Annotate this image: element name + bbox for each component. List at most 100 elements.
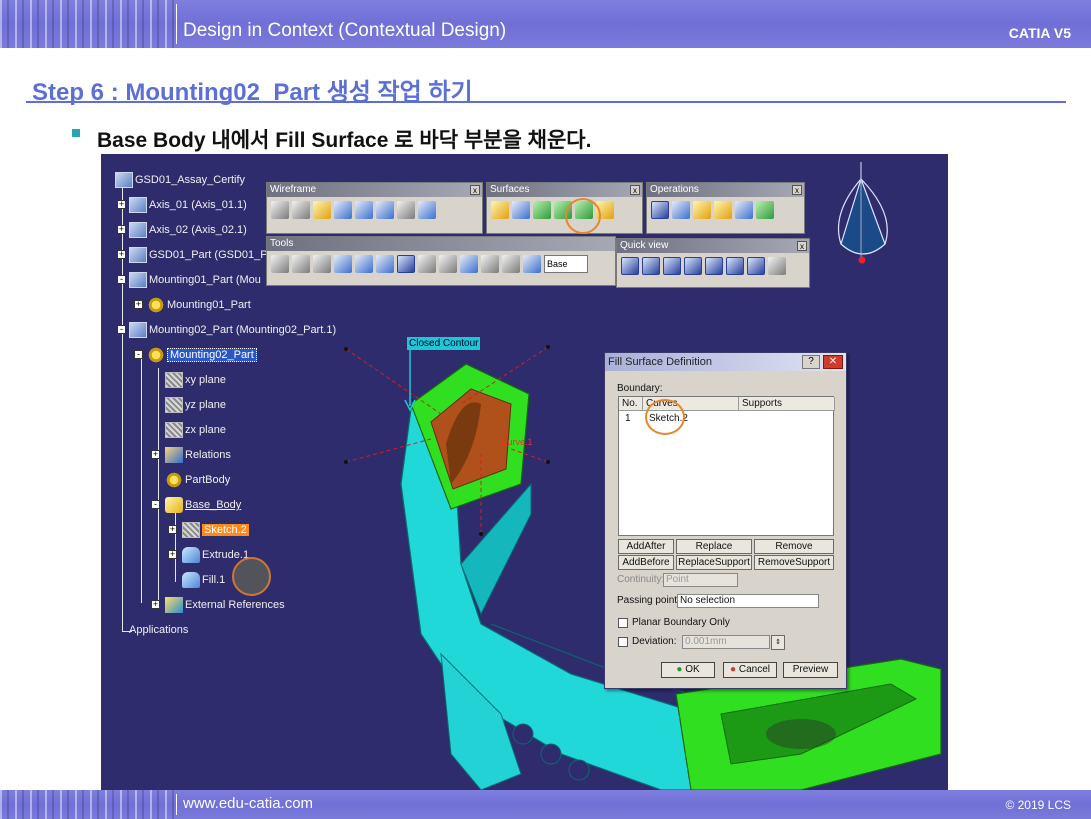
tree-node-base-body[interactable]: Base_Body <box>165 496 241 514</box>
work-on-support-icon[interactable] <box>334 255 352 273</box>
collapse-icon[interactable]: - <box>117 275 126 284</box>
collapse-icon[interactable]: - <box>134 350 143 359</box>
expand-icon[interactable]: + <box>117 225 126 234</box>
expand-icon[interactable]: + <box>117 250 126 259</box>
hand-icon[interactable] <box>292 255 310 273</box>
tree-node-external-references[interactable]: External References <box>165 596 285 614</box>
offset-icon[interactable] <box>376 201 394 219</box>
tree-node-root[interactable]: GSD01_Assay_Certify <box>115 171 245 189</box>
close-icon[interactable]: ✕ <box>823 355 843 369</box>
boundary-icon[interactable] <box>756 201 774 219</box>
tree-node-mounting02[interactable]: Mounting02_Part (Mounting02_Part.1) <box>129 321 336 339</box>
line-icon[interactable] <box>292 201 310 219</box>
expand-icon[interactable]: + <box>168 525 177 534</box>
isometric-view-icon[interactable] <box>621 257 639 275</box>
tree-node-xy-plane[interactable]: xy plane <box>165 371 226 389</box>
deviation-spinner[interactable]: ⇕ <box>771 635 785 650</box>
close-icon[interactable]: x <box>797 241 807 251</box>
tree-node-fill1[interactable]: Fill.1 <box>182 571 225 589</box>
analysis-icon[interactable] <box>481 255 499 273</box>
left-view-icon[interactable] <box>684 257 702 275</box>
fillet-icon[interactable] <box>693 201 711 219</box>
add-after-button[interactable]: AddAfter <box>618 539 674 554</box>
top-view-icon[interactable] <box>726 257 744 275</box>
sweep-icon[interactable] <box>533 201 551 219</box>
tree-icon[interactable] <box>439 255 457 273</box>
toolbar-tools[interactable]: Tools Base Body <box>266 236 616 286</box>
point-icon[interactable] <box>271 201 289 219</box>
tree-node-gsd01-part[interactable]: GSD01_Part (GSD01_P <box>129 246 268 264</box>
part-icon <box>129 272 147 288</box>
body-icon[interactable] <box>523 255 541 273</box>
extrapolate-icon[interactable] <box>735 201 753 219</box>
projection-icon[interactable] <box>334 201 352 219</box>
front-view-icon[interactable] <box>642 257 660 275</box>
tree-node-mounting02-part[interactable]: Mounting02_Part <box>147 346 257 364</box>
in-work-object-select[interactable]: Base Body <box>544 255 588 273</box>
tree-node-axis-02[interactable]: Axis_02 (Axis_02.1) <box>129 221 247 239</box>
stack-icon[interactable] <box>502 255 520 273</box>
circle-icon[interactable] <box>397 201 415 219</box>
hide-icon[interactable] <box>418 255 436 273</box>
spline-icon[interactable] <box>418 201 436 219</box>
compass-icon[interactable] <box>837 162 888 264</box>
catalog-icon[interactable] <box>460 255 478 273</box>
cube-icon[interactable] <box>397 255 415 273</box>
close-icon[interactable]: x <box>630 185 640 195</box>
tree-node-zx-plane[interactable]: zx plane <box>165 421 226 439</box>
tree-node-mounting01[interactable]: Mounting01_Part (Mou <box>129 271 261 289</box>
remove-support-button[interactable]: RemoveSupport <box>754 555 834 570</box>
close-icon[interactable]: x <box>792 185 802 195</box>
expand-icon[interactable]: + <box>151 600 160 609</box>
grid-icon[interactable] <box>355 255 373 273</box>
translate-icon[interactable] <box>714 201 732 219</box>
right-view-icon[interactable] <box>705 257 723 275</box>
datum-icon[interactable] <box>376 255 394 273</box>
passing-point-field[interactable]: No selection <box>677 594 819 608</box>
collapse-icon[interactable]: - <box>117 325 126 334</box>
replace-support-button[interactable]: ReplaceSupport <box>676 555 752 570</box>
bottom-view-icon[interactable] <box>747 257 765 275</box>
toolbar-operations[interactable]: Operations x <box>646 182 805 234</box>
expand-icon[interactable]: + <box>151 450 160 459</box>
extrude-icon[interactable] <box>491 201 509 219</box>
fill-surface-highlight-circle <box>565 198 601 234</box>
back-view-icon[interactable] <box>663 257 681 275</box>
collapse-icon[interactable]: - <box>151 500 160 509</box>
add-before-button[interactable]: AddBefore <box>618 555 674 570</box>
tree-node-yz-plane[interactable]: yz plane <box>165 396 226 414</box>
axis-system-icon[interactable] <box>313 255 331 273</box>
deviation-checkbox[interactable] <box>618 637 628 647</box>
remove-button[interactable]: Remove <box>754 539 834 554</box>
tree-node-mounting01-part[interactable]: Mounting01_Part <box>147 296 251 314</box>
preview-button[interactable]: Preview <box>783 662 838 678</box>
tree-node-partbody[interactable]: PartBody <box>165 471 230 489</box>
expand-icon[interactable]: + <box>117 200 126 209</box>
tree-node-applications[interactable]: Applications <box>129 621 188 639</box>
split-icon[interactable] <box>672 201 690 219</box>
continuity-select[interactable]: Point <box>663 573 738 587</box>
join-icon[interactable] <box>651 201 669 219</box>
fill-surface-dialog[interactable]: Fill Surface Definition ? ✕ Boundary: No… <box>604 352 847 689</box>
planar-boundary-checkbox[interactable] <box>618 618 628 628</box>
update-icon[interactable] <box>271 255 289 273</box>
named-views-icon[interactable] <box>768 257 786 275</box>
replace-button[interactable]: Replace <box>676 539 752 554</box>
tree-node-relations[interactable]: Relations <box>165 446 231 464</box>
expand-icon[interactable]: + <box>134 300 143 309</box>
close-icon[interactable]: x <box>470 185 480 195</box>
revolve-icon[interactable] <box>512 201 530 219</box>
intersection-icon[interactable] <box>355 201 373 219</box>
toolbar-quick-view[interactable]: Quick view x <box>616 238 810 288</box>
help-icon[interactable]: ? <box>802 355 820 369</box>
ok-button[interactable]: ● OK <box>661 662 715 678</box>
tree-node-axis-01[interactable]: Axis_01 (Axis_01.1) <box>129 196 247 214</box>
cancel-button[interactable]: ● Cancel <box>723 662 777 678</box>
plane-icon[interactable] <box>313 201 331 219</box>
toolbar-surfaces[interactable]: Surfaces x <box>486 182 643 234</box>
tree-node-sketch2[interactable]: Sketch.2 <box>182 521 249 539</box>
deviation-field[interactable]: 0.001mm <box>682 635 770 649</box>
expand-icon[interactable]: + <box>168 550 177 559</box>
toolbar-wireframe[interactable]: Wireframe x <box>266 182 483 234</box>
catia-viewport[interactable]: Closed Contour Curve.1 GSD01_Assay_Certi… <box>101 154 948 790</box>
